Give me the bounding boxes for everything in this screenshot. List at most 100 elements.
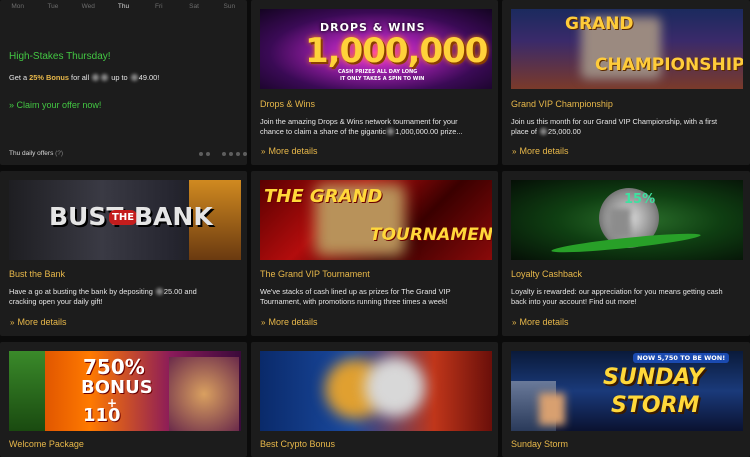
chevron-right-icon: » [512,147,517,156]
promo-card-drops-wins[interactable]: DROPS & WINS 1,000,000 CASH PRIZES ALL D… [251,0,498,165]
desc-line: place of [511,127,537,136]
desc-line: Loyalty is rewarded: our appreciation fo… [511,287,723,296]
daily-offer-card: Mon Tue Wed Thu Fri Sat Sun High-Stakes … [0,0,247,165]
banner-line2: TOURNAMENT [370,225,492,245]
day-tab-mon[interactable]: Mon [0,0,35,18]
daily-offer-subtitle: Get a 25% Bonus for all up to 49.00! [9,73,159,82]
carousel-dot-icon[interactable] [236,152,240,156]
banner-line2: SUNDAY [603,365,704,390]
currency-icon [130,74,138,81]
card-title: Grand VIP Championship [511,99,613,109]
card-title: Best Crypto Bonus [260,439,336,449]
tournament-banner[interactable]: THE GRAND TOURNAMENT [260,180,492,260]
more-details-link[interactable]: » More details [512,146,568,156]
banner-line2: THE [109,210,138,225]
banner-line1: NOW 5,750 TO BE WON! [633,353,730,363]
carousel-dot-icon[interactable] [243,152,247,156]
character-graphic [169,357,239,431]
more-label: More details [519,317,569,327]
championship-banner[interactable]: GRAND CHAMPIONSHIP [511,9,743,89]
card-title: Bust the Bank [9,269,66,279]
more-label: More details [268,317,318,327]
more-label: More details [519,146,569,156]
subtitle-amount: 49.00! [138,73,160,82]
day-tab-thu[interactable]: Thu [106,0,141,18]
carousel-dot-icon[interactable] [199,152,203,156]
sunday-storm-banner[interactable]: NOW 5,750 TO BE WON! SUNDAY STORM [511,351,743,431]
promo-card-grand-vip-championship[interactable]: GRAND CHAMPIONSHIP Grand VIP Championshi… [502,0,750,165]
banner-line3: STORM [611,393,700,418]
blurred-graphic [539,393,565,425]
promo-card-bust-the-bank[interactable]: BUST THE BANK Bust the Bank Have a go at… [0,171,247,336]
footer-label: Thu daily offers [9,150,54,157]
more-details-link[interactable]: » More details [512,317,568,327]
more-label: More details [17,317,67,327]
banner-line3: CASH PRIZES ALL DAY LONG [338,69,418,75]
currency-icon [387,128,395,135]
more-details-link[interactable]: » More details [10,317,66,327]
currency-icon [539,128,547,135]
banner-line1: 15% [624,192,656,207]
bust-the-bank-banner[interactable]: BUST THE BANK [9,180,241,260]
card-title: Loyalty Cashback [511,269,583,279]
daily-offers-footer: Thu daily offers (?) [9,150,63,157]
banner-line2: BONUS [81,377,153,398]
card-description: Loyalty is rewarded: our appreciation fo… [511,287,743,307]
banner-line2: 1,000,000 [305,31,488,71]
more-label: More details [268,146,318,156]
subtitle-pre: Get a [9,73,30,82]
loyalty-banner[interactable]: 15% [511,180,743,260]
carousel-dot-icon[interactable] [229,152,233,156]
desc-line: 25.00 and [163,287,197,296]
desc-line: Join the amazing Drops & Wins network to… [260,117,458,126]
day-tab-fri[interactable]: Fri [141,0,176,18]
promo-card-best-crypto-bonus[interactable]: Best Crypto Bonus [251,342,498,457]
promo-card-sunday-storm[interactable]: NOW 5,750 TO BE WON! SUNDAY STORM Sunday… [502,342,750,457]
desc-line: 1,000,000.00 prize... [395,127,463,136]
currency-icon [101,74,109,81]
claim-offer-link[interactable]: » Claim your offer now! [9,100,101,110]
banner-line4: 110 [83,405,121,426]
chevron-right-icon: » [10,318,15,327]
desc-line: chance to claim a share of the gigantic [260,127,387,136]
currency-icon [92,74,100,81]
bonus-highlight: 25% Bonus [29,73,69,82]
promo-card-loyalty-cashback[interactable]: 15% Loyalty Cashback Loyalty is rewarded… [502,171,750,336]
day-tab-wed[interactable]: Wed [71,0,106,18]
carousel-dots [199,152,247,156]
drops-wins-banner[interactable]: DROPS & WINS 1,000,000 CASH PRIZES ALL D… [260,9,492,89]
blurred-graphic [609,208,631,238]
crypto-banner[interactable] [260,351,492,431]
card-description: We've stacks of cash lined up as prizes … [260,287,492,307]
day-tab-sat[interactable]: Sat [176,0,211,18]
info-icon[interactable]: (?) [55,150,63,157]
day-tab-sun[interactable]: Sun [212,0,247,18]
chevron-right-icon: » [261,318,266,327]
more-details-link[interactable]: » More details [261,317,317,327]
promo-card-grand-vip-tournament[interactable]: THE GRAND TOURNAMENT The Grand VIP Tourn… [251,171,498,336]
card-title: Sunday Storm [511,439,569,449]
banner-line1: THE GRAND [264,186,383,207]
desc-line: Tournament, with promotions running thre… [260,297,448,306]
currency-icon [155,288,163,295]
desc-line: We've stacks of cash lined up as prizes … [260,287,451,296]
banner-line4: IT ONLY TAKES A SPIN TO WIN [340,76,425,82]
desc-line: Have a go at busting the bank by deposit… [9,287,153,296]
banner-line1: 750% [83,355,145,379]
day-tab-tue[interactable]: Tue [35,0,70,18]
card-description: Have a go at busting the bank by deposit… [9,287,241,307]
desc-line: cracking open your daily gift! [9,297,103,306]
card-description: Join us this month for our Grand VIP Cha… [511,117,743,137]
card-title: Welcome Package [9,439,84,449]
carousel-dot-icon[interactable] [206,152,210,156]
daily-offer-title: High-Stakes Thursday! [9,51,111,62]
welcome-banner[interactable]: 750% BONUS + 110 [9,351,241,431]
carousel-dot-icon[interactable] [222,152,226,156]
day-tabs: Mon Tue Wed Thu Fri Sat Sun [0,0,247,18]
desc-line: Join us this month for our Grand VIP Cha… [511,117,718,126]
character-graphic [9,351,45,431]
promo-card-welcome-package[interactable]: 750% BONUS + 110 Welcome Package [0,342,247,457]
card-title: The Grand VIP Tournament [260,269,370,279]
more-details-link[interactable]: » More details [261,146,317,156]
subtitle-end: up to [109,73,130,82]
